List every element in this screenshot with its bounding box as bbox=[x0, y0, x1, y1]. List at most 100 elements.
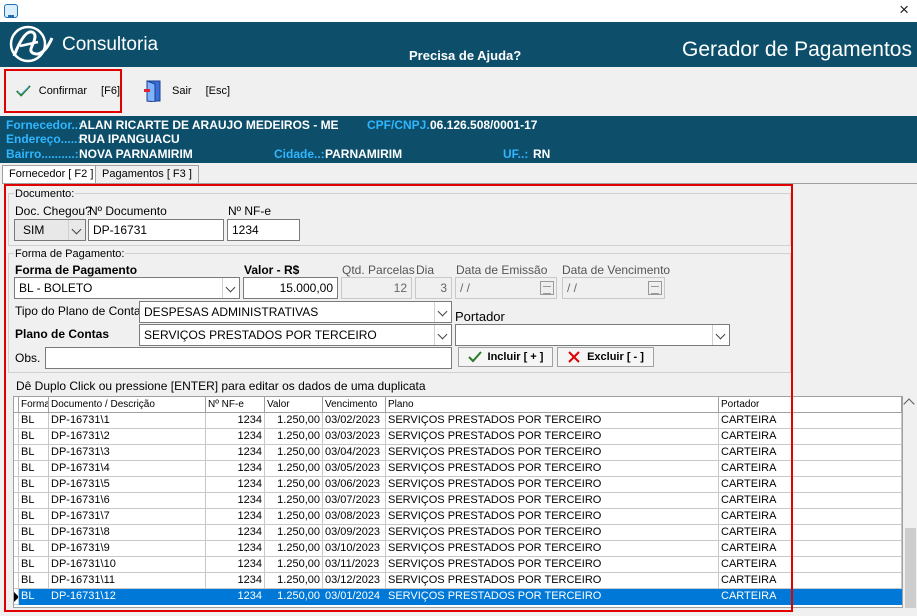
cell-nf: 1234 bbox=[206, 509, 265, 525]
exit-button[interactable]: Sair [Esc] bbox=[140, 69, 240, 113]
forma-label: Forma de Pagamento bbox=[15, 263, 138, 277]
app-icon bbox=[4, 4, 18, 18]
table-header: Forma Documento / Descrição Nº NF-e Valo… bbox=[14, 397, 902, 413]
column-header-forma[interactable]: Forma bbox=[19, 397, 49, 413]
cell-plano: SERVIÇOS PRESTADOS POR TERCEIRO bbox=[386, 557, 719, 573]
cidade-value: PARNAMIRIM bbox=[325, 147, 403, 161]
column-header-vencimento[interactable]: Vencimento bbox=[323, 397, 386, 413]
tab-pagamentos[interactable]: Pagamentos [ F3 ] bbox=[95, 165, 199, 183]
cell-vencimento: 03/04/2023 bbox=[323, 445, 386, 461]
obs-input[interactable] bbox=[45, 347, 452, 369]
table-row[interactable]: BL DP-16731\5 1234 1.250,00 03/06/2023 SERVIÇ… bbox=[14, 477, 902, 493]
cell-plano: SERVIÇOS PRESTADOS POR TERCEIRO bbox=[386, 461, 719, 477]
cell-forma: BL bbox=[19, 557, 49, 573]
forma-select[interactable]: BL - BOLETO bbox=[14, 277, 240, 299]
cell-documento: DP-16731\3 bbox=[49, 445, 206, 461]
plano-select[interactable]: SERVIÇOS PRESTADOS POR TERCEIRO bbox=[139, 324, 452, 346]
scrollbar-thumb[interactable] bbox=[905, 528, 916, 608]
column-header-nf[interactable]: Nº NF-e bbox=[206, 397, 265, 413]
doc-chegou-select[interactable]: SIM bbox=[14, 219, 86, 241]
row-pointer-icon bbox=[14, 592, 18, 602]
table-row[interactable]: BL DP-16731\7 1234 1.250,00 03/08/2023 SERVIÇ… bbox=[14, 509, 902, 525]
cidade-label: Cidade..: bbox=[274, 147, 325, 161]
cell-valor: 1.250,00 bbox=[265, 541, 323, 557]
calendar-icon[interactable] bbox=[540, 281, 554, 295]
uf-label: UF..: bbox=[503, 147, 529, 161]
obs-label: Obs. bbox=[15, 351, 41, 365]
row-indicator bbox=[14, 445, 19, 461]
column-header-plano[interactable]: Plano bbox=[386, 397, 719, 413]
cell-plano: SERVIÇOS PRESTADOS POR TERCEIRO bbox=[386, 493, 719, 509]
cell-valor: 1.250,00 bbox=[265, 445, 323, 461]
cell-valor: 1.250,00 bbox=[265, 413, 323, 429]
table-row[interactable]: BL DP-16731\1 1234 1.250,00 03/02/2023 SERVIÇ… bbox=[14, 413, 902, 429]
cell-valor: 1.250,00 bbox=[265, 477, 323, 493]
close-icon[interactable]: × bbox=[899, 1, 909, 19]
column-header-portador[interactable]: Portador bbox=[719, 397, 902, 413]
cell-forma: BL bbox=[19, 589, 49, 605]
cell-portador: CARTEIRA bbox=[719, 541, 902, 557]
valor-label: Valor - R$ bbox=[244, 263, 300, 277]
table-row[interactable]: BL DP-16731\10 1234 1.250,00 03/11/2023 SERVI… bbox=[14, 557, 902, 573]
cell-plano: SERVIÇOS PRESTADOS POR TERCEIRO bbox=[386, 573, 719, 589]
cell-documento: DP-16731\7 bbox=[49, 509, 206, 525]
nf-label: Nº NF-e bbox=[228, 204, 272, 218]
qtd-input[interactable]: 12 bbox=[341, 277, 412, 299]
chevron-down-icon bbox=[434, 302, 451, 322]
chevron-down-icon bbox=[222, 278, 239, 298]
table-row[interactable]: BL DP-16731\12 1234 1.250,00 03/01/2024 SERVI… bbox=[14, 589, 902, 605]
portador-select[interactable] bbox=[455, 324, 730, 346]
cell-nf: 1234 bbox=[206, 477, 265, 493]
cell-valor: 1.250,00 bbox=[265, 573, 323, 589]
table-row[interactable]: BL DP-16731\3 1234 1.250,00 03/04/2023 SERVIÇ… bbox=[14, 445, 902, 461]
cell-plano: SERVIÇOS PRESTADOS POR TERCEIRO bbox=[386, 477, 719, 493]
tipo-plano-select[interactable]: DESPESAS ADMINISTRATIVAS bbox=[139, 301, 452, 323]
vencimento-label: Data de Vencimento bbox=[562, 263, 671, 277]
table-row[interactable]: BL DP-16731\9 1234 1.250,00 03/10/2023 SERVIÇ… bbox=[14, 541, 902, 557]
cell-forma: BL bbox=[19, 573, 49, 589]
cpf-label: CPF/CNPJ.: bbox=[367, 118, 434, 132]
cell-plano: SERVIÇOS PRESTADOS POR TERCEIRO bbox=[386, 445, 719, 461]
cell-vencimento: 03/09/2023 bbox=[323, 525, 386, 541]
calendar-icon[interactable] bbox=[648, 281, 662, 295]
fornecedor-label: Fornecedor..: bbox=[6, 118, 83, 132]
endereco-label: Endereço.....: bbox=[6, 132, 82, 146]
brand-name: Consultoria bbox=[62, 34, 159, 55]
table-row[interactable]: BL DP-16731\2 1234 1.250,00 03/03/2023 SERVIÇ… bbox=[14, 429, 902, 445]
endereco-value: RUA IPANGUACU bbox=[79, 132, 180, 146]
tab-fornecedor[interactable]: Fornecedor [ F2 ] bbox=[2, 165, 101, 184]
emissao-label: Data de Emissão bbox=[456, 263, 548, 277]
installments-table[interactable]: Forma Documento / Descrição Nº NF-e Valo… bbox=[13, 396, 903, 608]
incluir-button[interactable]: Incluir [ + ] bbox=[458, 347, 553, 367]
pagamento-group-title: Forma de Pagamento: bbox=[14, 248, 126, 260]
cell-nf: 1234 bbox=[206, 525, 265, 541]
chevron-down-icon bbox=[434, 325, 451, 345]
column-header-documento[interactable]: Documento / Descrição bbox=[49, 397, 206, 413]
cell-nf: 1234 bbox=[206, 429, 265, 445]
cell-portador: CARTEIRA bbox=[719, 445, 902, 461]
logo-icon bbox=[9, 25, 54, 63]
table-row[interactable]: BL DP-16731\6 1234 1.250,00 03/07/2023 SERVIÇ… bbox=[14, 493, 902, 509]
confirm-label: Confirmar bbox=[38, 85, 88, 97]
dia-input[interactable]: 3 bbox=[415, 277, 452, 299]
column-header-valor[interactable]: Valor bbox=[265, 397, 323, 413]
vencimento-date-input[interactable]: / / bbox=[562, 277, 665, 299]
cell-portador: CARTEIRA bbox=[719, 429, 902, 445]
table-row[interactable]: BL DP-16731\11 1234 1.250,00 03/12/2023 SERVI… bbox=[14, 573, 902, 589]
table-row[interactable]: BL DP-16731\8 1234 1.250,00 03/09/2023 SERVIÇ… bbox=[14, 525, 902, 541]
emissao-date-input[interactable]: / / bbox=[455, 277, 557, 299]
nf-input[interactable]: 1234 bbox=[227, 219, 300, 241]
portador-label: Portador bbox=[455, 309, 505, 324]
n-documento-input[interactable]: DP-16731 bbox=[88, 219, 224, 241]
cell-plano: SERVIÇOS PRESTADOS POR TERCEIRO bbox=[386, 589, 719, 605]
cell-vencimento: 03/06/2023 bbox=[323, 477, 386, 493]
confirm-button[interactable]: Confirmar [F6] bbox=[4, 69, 122, 113]
help-link[interactable]: Precisa de Ajuda? bbox=[409, 48, 521, 63]
excluir-button[interactable]: Excluir [ - ] bbox=[557, 347, 654, 367]
valor-input[interactable]: 15.000,00 bbox=[243, 277, 338, 299]
cell-forma: BL bbox=[19, 461, 49, 477]
documento-group-title: Documento: bbox=[14, 188, 76, 200]
supplier-info-bar: Fornecedor..: ALAN RICARTE DE ARAUJO MED… bbox=[0, 116, 917, 163]
cell-forma: BL bbox=[19, 525, 49, 541]
table-row[interactable]: BL DP-16731\4 1234 1.250,00 03/05/2023 SERVIÇ… bbox=[14, 461, 902, 477]
